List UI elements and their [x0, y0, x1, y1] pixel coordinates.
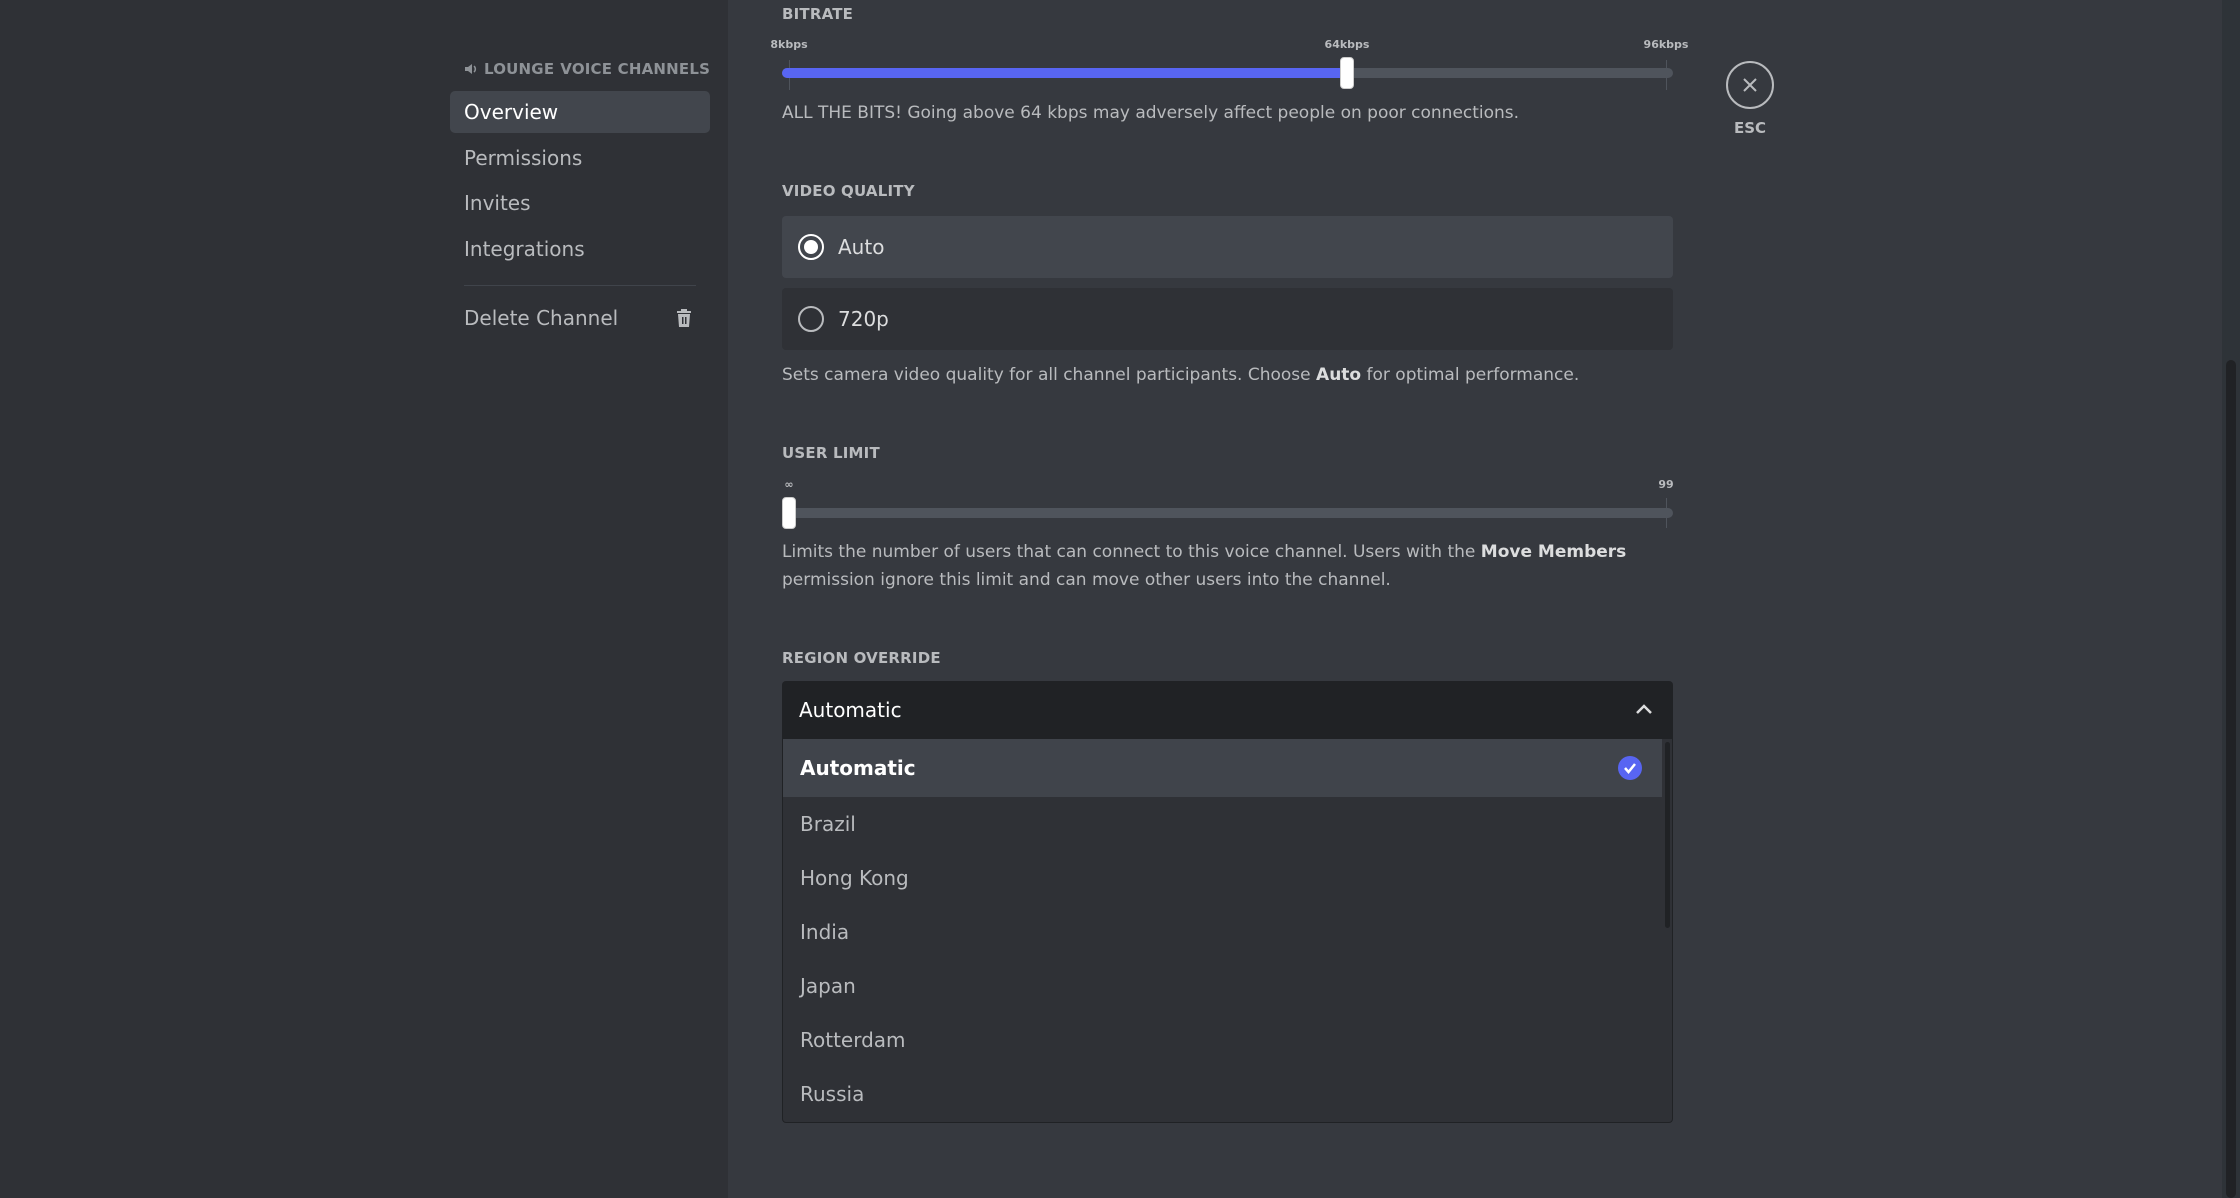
video-quality-description: Sets camera video quality for all channe… — [782, 365, 1580, 385]
region-option-rotterdam[interactable]: Rotterdam — [783, 1013, 1662, 1067]
channel-name: LOUNGE — [484, 60, 555, 78]
region-selected-value: Automatic — [799, 698, 902, 722]
chevron-up-icon — [1636, 704, 1652, 714]
sidebar-item-overview[interactable]: Overview — [450, 91, 710, 133]
bitrate-label: BITRATE — [782, 5, 854, 23]
bitrate-slider-handle[interactable] — [1340, 57, 1355, 89]
region-option-hong-kong[interactable]: Hong Kong — [783, 851, 1662, 905]
sidebar-item-permissions[interactable]: Permissions — [450, 137, 710, 179]
close-button[interactable] — [1726, 61, 1774, 109]
region-override-label: REGION OVERRIDE — [782, 649, 941, 667]
user-limit-label: USER LIMIT — [782, 444, 880, 462]
sidebar-item-label: Integrations — [464, 237, 585, 261]
region-dropdown-list: Automatic Brazil Hong Kong India Japan R… — [782, 739, 1673, 1123]
video-quality-option-auto[interactable]: Auto — [782, 216, 1673, 278]
bitrate-min-label: 8kbps — [770, 38, 808, 51]
region-option-japan[interactable]: Japan — [783, 959, 1662, 1013]
sidebar-item-label: Overview — [464, 100, 559, 124]
user-limit-max-label: 99 — [1658, 478, 1674, 491]
option-label: Auto — [838, 235, 885, 259]
category-name: VOICE CHANNELS — [560, 60, 711, 78]
sidebar-item-invites[interactable]: Invites — [450, 182, 710, 224]
window-scrollbar-thumb[interactable] — [2226, 360, 2236, 1198]
check-icon — [1618, 756, 1642, 780]
trash-icon — [677, 309, 691, 327]
sidebar-item-label: Invites — [464, 191, 531, 215]
region-option-russia[interactable]: Russia — [783, 1067, 1662, 1121]
bitrate-mid-label: 64kbps — [1324, 38, 1370, 51]
bitrate-max-label: 96kbps — [1643, 38, 1689, 51]
region-option-india[interactable]: India — [783, 905, 1662, 959]
user-limit-slider-track[interactable] — [782, 508, 1673, 518]
bitrate-description: ALL THE BITS! Going above 64 kbps may ad… — [782, 103, 1520, 123]
video-quality-option-720p[interactable]: 720p — [782, 288, 1673, 350]
region-option-brazil[interactable]: Brazil — [783, 797, 1662, 851]
radio-unselected-icon — [798, 306, 824, 332]
region-option-automatic[interactable]: Automatic — [783, 739, 1662, 797]
user-limit-slider-handle[interactable] — [782, 497, 796, 529]
option-label: 720p — [838, 307, 889, 331]
settings-sidebar: LOUNGE VOICE CHANNELS Overview Permissio… — [0, 0, 728, 1198]
radio-selected-icon — [798, 234, 824, 260]
sidebar-divider — [464, 285, 696, 286]
delete-channel-label: Delete Channel — [464, 306, 619, 330]
speaker-icon — [465, 64, 477, 74]
delete-channel-button[interactable]: Delete Channel — [450, 297, 710, 339]
dropdown-scrollbar[interactable] — [1665, 742, 1670, 928]
video-quality-label: VIDEO QUALITY — [782, 182, 915, 200]
sidebar-header: LOUNGE VOICE CHANNELS — [464, 60, 710, 78]
sidebar-item-label: Permissions — [464, 146, 583, 170]
region-dropdown[interactable]: Automatic — [782, 681, 1673, 739]
user-limit-description: Limits the number of users that can conn… — [782, 542, 1627, 590]
sidebar-item-integrations[interactable]: Integrations — [450, 228, 710, 270]
bitrate-slider-fill — [782, 68, 1348, 78]
close-icon — [1743, 78, 1757, 92]
user-limit-min-label: ∞ — [784, 478, 794, 491]
esc-label: ESC — [1733, 119, 1767, 137]
